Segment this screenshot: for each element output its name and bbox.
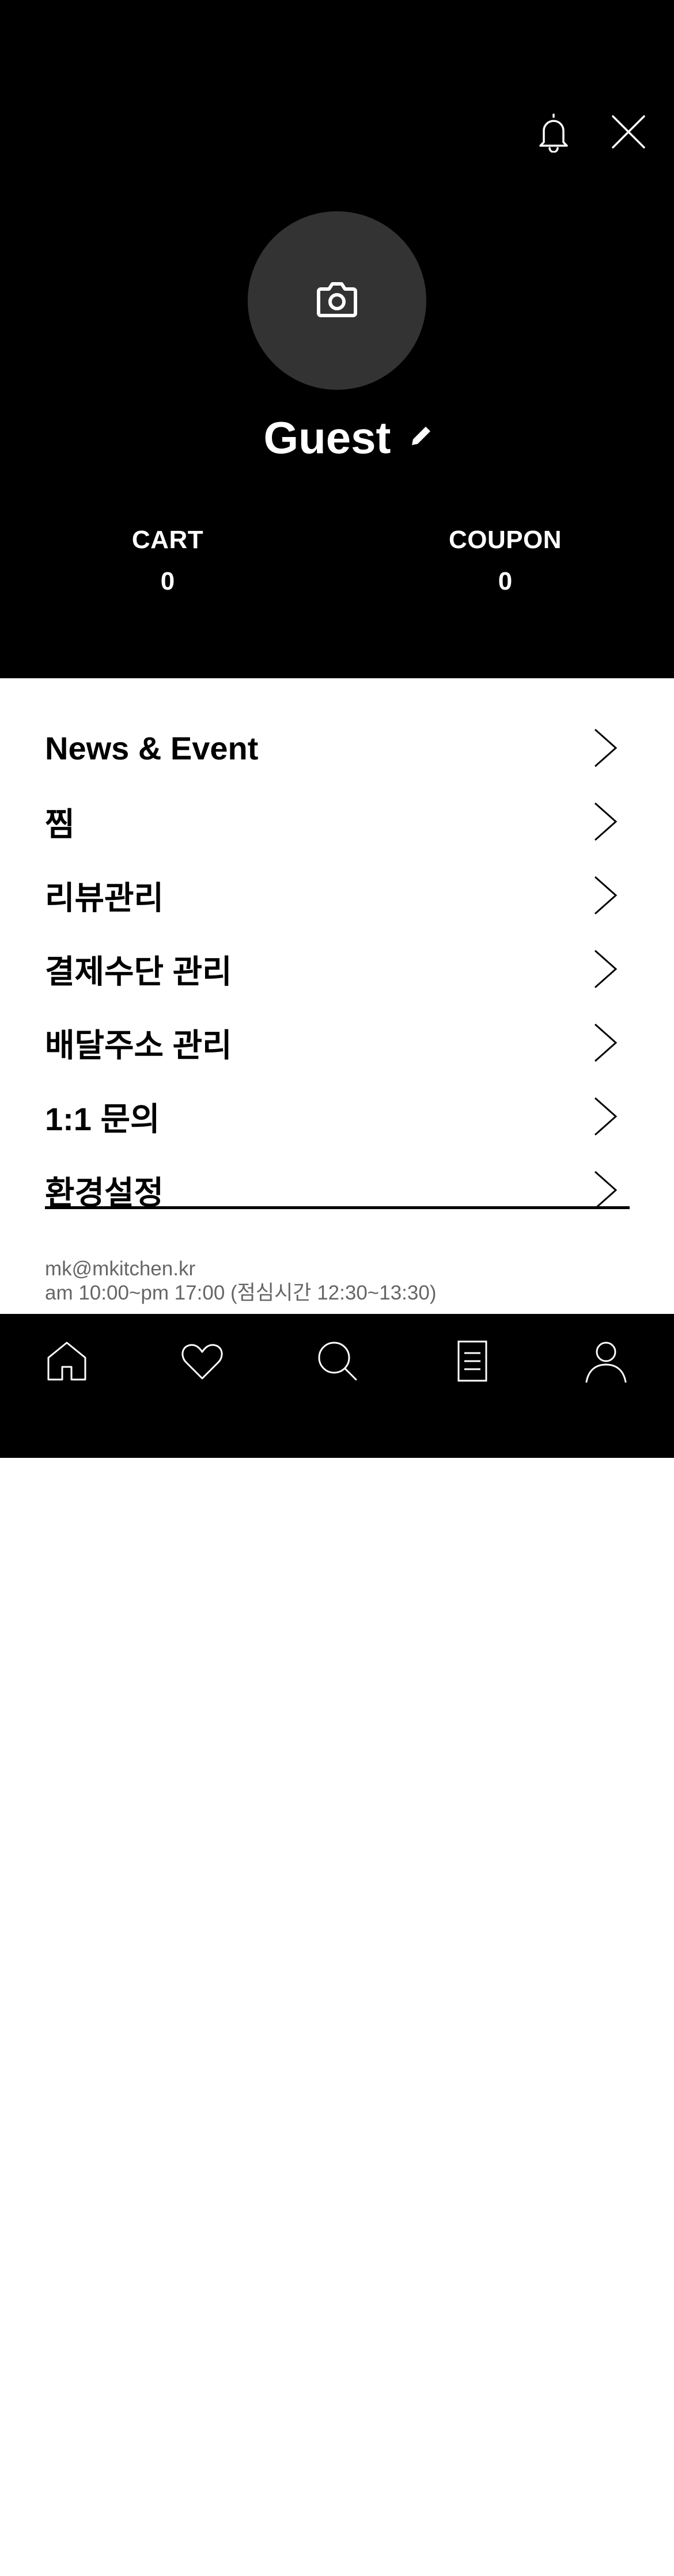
home-indicator[interactable] [217, 2568, 457, 2576]
chevron-right-icon [595, 876, 618, 915]
camera-icon [317, 282, 357, 317]
chevron-right-icon [595, 949, 618, 989]
search-icon[interactable] [315, 1338, 361, 1384]
menu-item-label: 배달주소 관리 [45, 1027, 232, 1063]
menu-item-news-event[interactable]: News & Event [45, 711, 630, 785]
edit-pencil-icon[interactable] [408, 423, 434, 449]
close-icon[interactable] [609, 113, 648, 151]
menu-item-delivery-address[interactable]: 배달주소 관리 [45, 1006, 630, 1080]
menu-item-inquiry[interactable]: 1:1 문의 [45, 1080, 630, 1153]
menu-item-label: 리뷰관리 [45, 879, 164, 916]
document-icon[interactable] [449, 1338, 495, 1384]
menu-item-label: 1:1 문의 [45, 1100, 160, 1137]
cart-label: CART [131, 526, 204, 554]
profile-name: Guest [263, 412, 391, 463]
chevron-right-icon [595, 1023, 618, 1062]
menu-item-label: 결제수단 관리 [45, 953, 232, 990]
heart-icon[interactable] [179, 1338, 225, 1384]
home-icon[interactable] [44, 1338, 90, 1384]
coupon-label: COUPON [448, 526, 562, 554]
menu-list: News & Event 찜 리뷰관리 결제수단 관리 배달주소 관리 1:1 … [45, 711, 630, 1227]
profile-name-row: Guest [0, 409, 674, 466]
coupon-count: 0 [498, 567, 513, 595]
contact-email: mk@mkitchen.kr [45, 1257, 196, 1280]
cart-stat[interactable]: CART 0 [81, 521, 254, 601]
menu-item-reviews[interactable]: 리뷰관리 [45, 858, 630, 932]
bottom-tab-bar [0, 1314, 674, 2576]
chevron-right-icon [595, 802, 618, 841]
person-icon[interactable] [583, 1338, 629, 1384]
coupon-stat[interactable]: COUPON 0 [419, 521, 592, 601]
menu-item-wishlist[interactable]: 찜 [45, 785, 630, 858]
menu-item-payment-methods[interactable]: 결제수단 관리 [45, 932, 630, 1006]
menu-item-label: 찜 [45, 806, 75, 842]
chevron-right-icon [595, 1097, 618, 1136]
menu-item-settings[interactable]: 환경설정 [45, 1153, 630, 1227]
cart-count: 0 [160, 567, 175, 595]
contact-info: mk@mkitchen.kr am 10:00~pm 17:00 (점심시간 1… [45, 1257, 630, 1305]
chevron-right-icon [595, 1171, 618, 1210]
business-hours: am 10:00~pm 17:00 (점심시간 12:30~13:30) [45, 1282, 437, 1304]
avatar[interactable] [248, 211, 426, 390]
chevron-right-icon [595, 728, 618, 768]
bell-icon[interactable] [536, 112, 571, 153]
menu-item-label: News & Event [45, 730, 259, 766]
profile-header: Guest CART 0 COUPON 0 [0, 0, 674, 678]
menu-divider [45, 1206, 630, 1209]
